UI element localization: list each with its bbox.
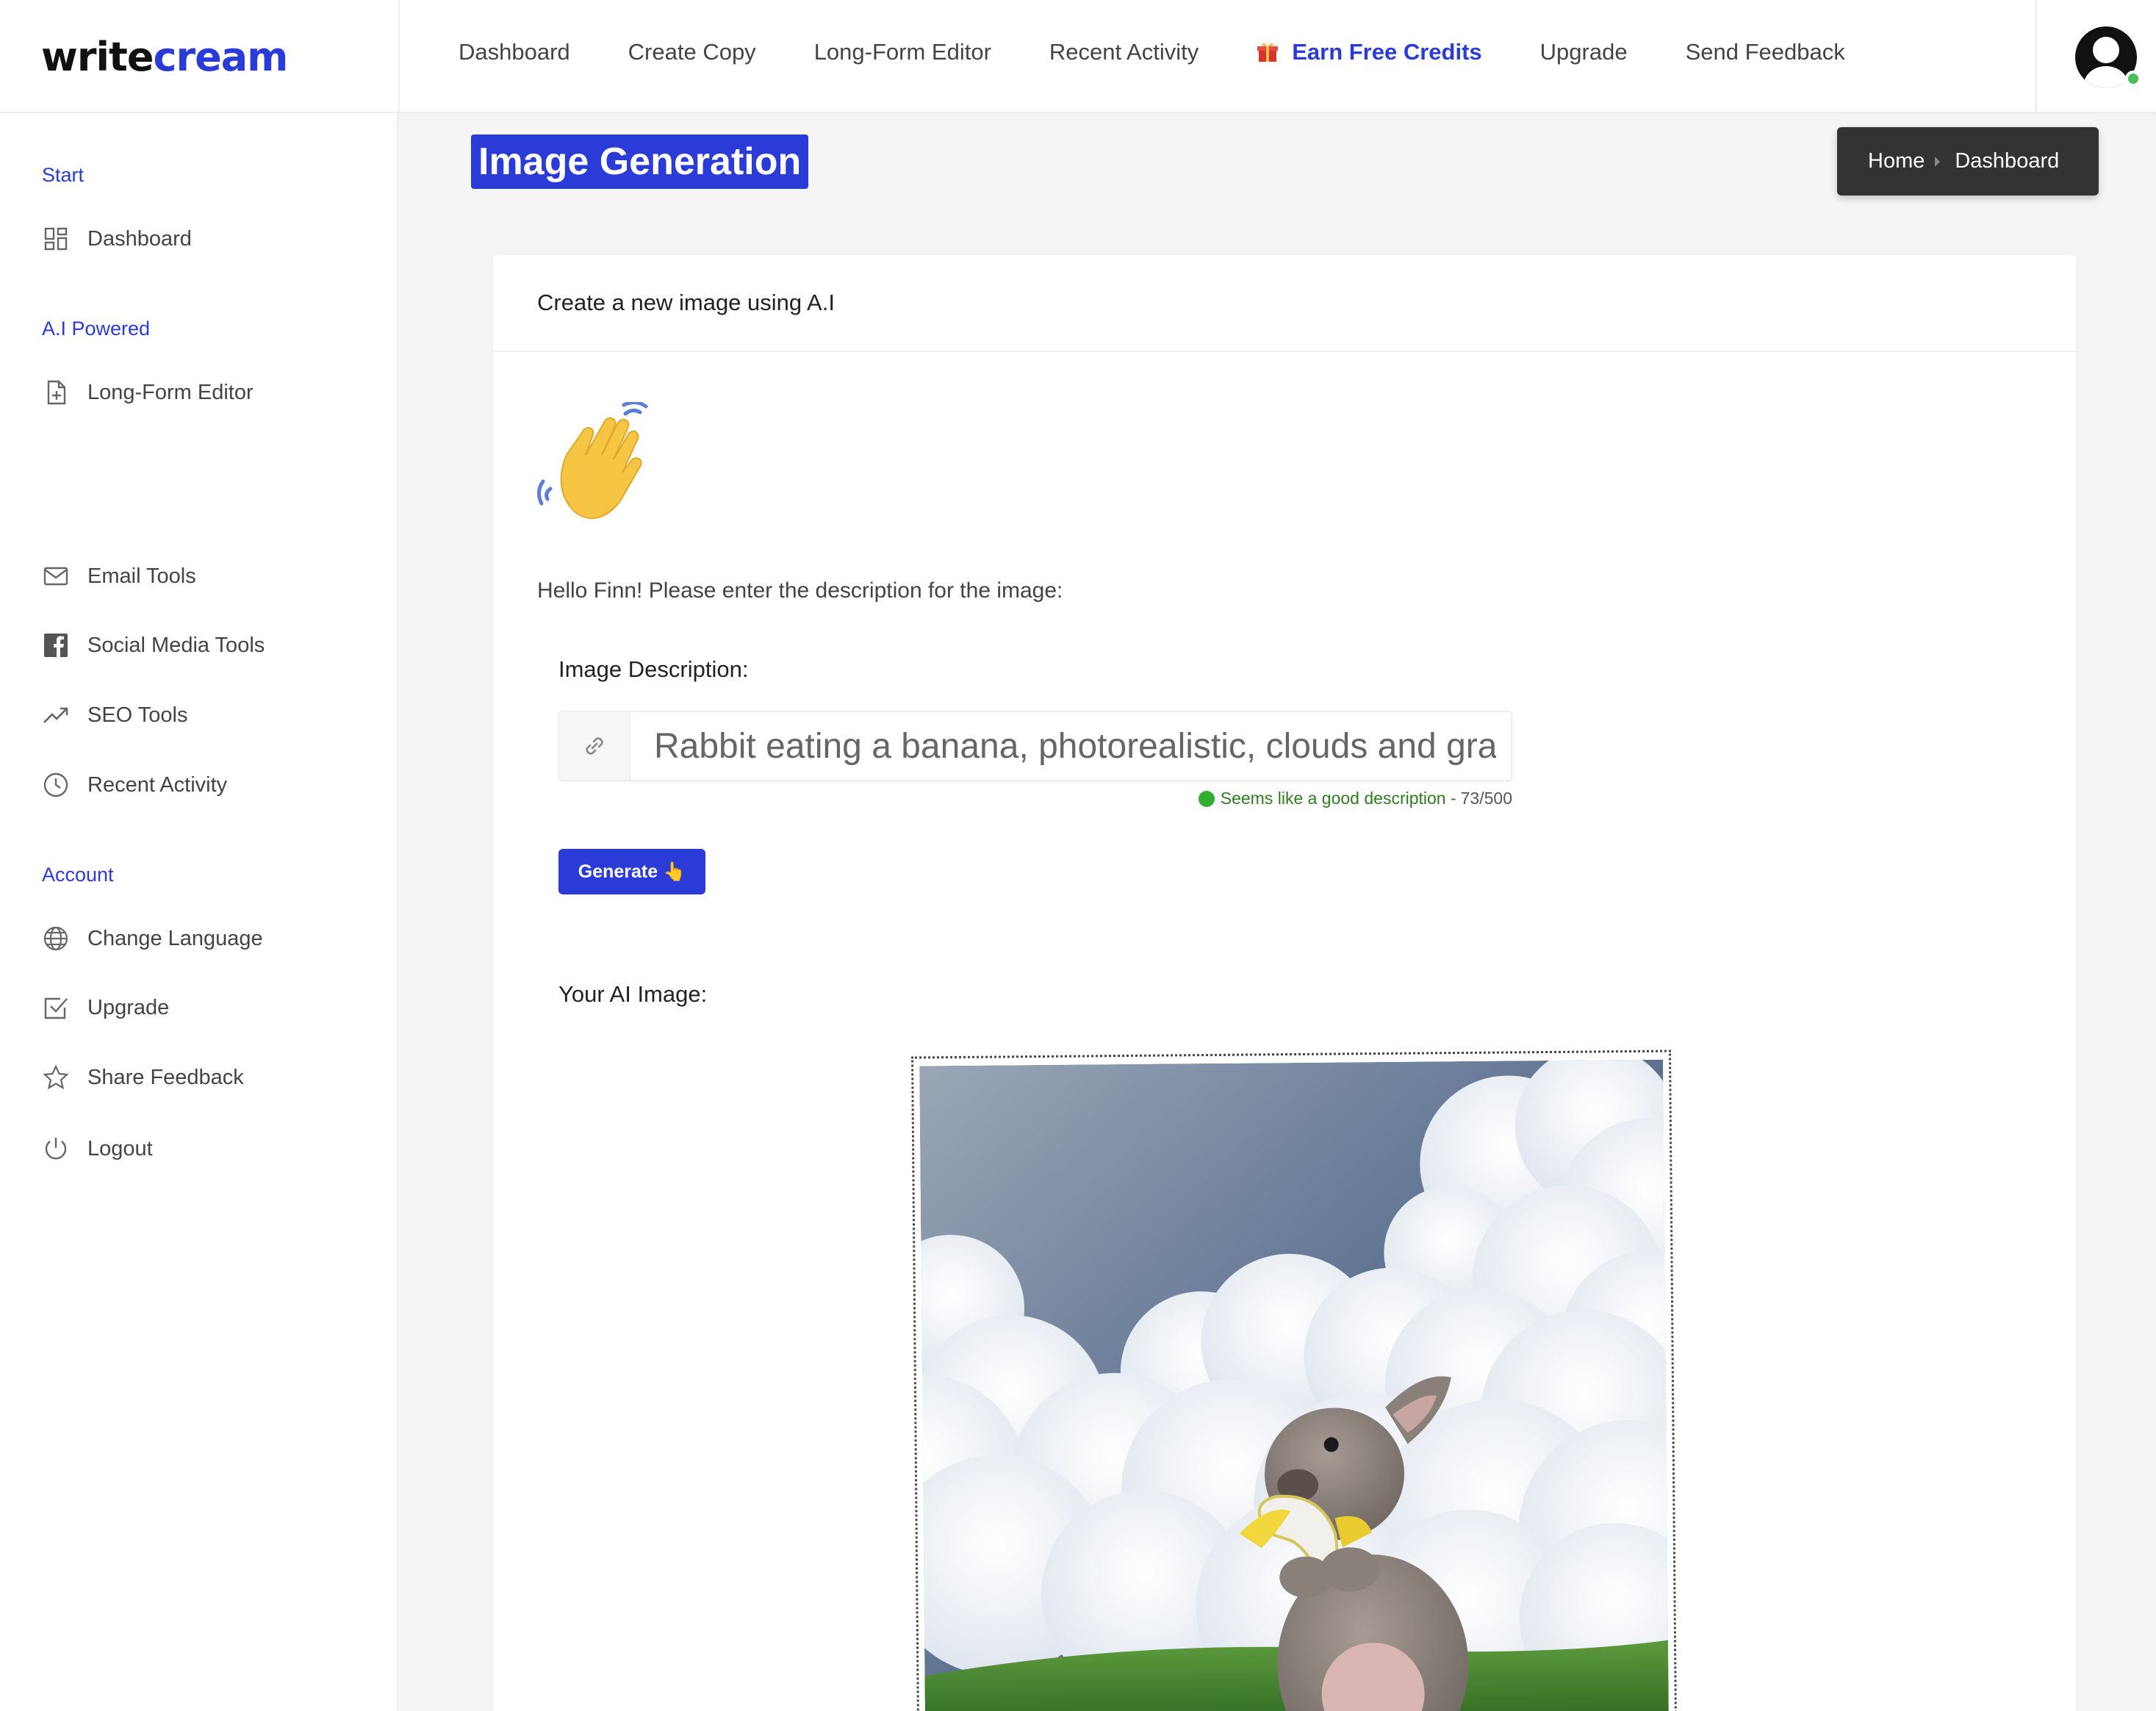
breadcrumb-home[interactable]: Home xyxy=(1868,149,1925,173)
generate-button[interactable]: Generate 👆 xyxy=(558,849,705,894)
sidebar-section-start: Start xyxy=(42,164,85,186)
nav-upgrade[interactable]: Upgrade xyxy=(1540,39,1628,65)
sidebar: Start Dashboard A.I Powered Long-Form Ed… xyxy=(0,113,398,1711)
sidebar-item-logout[interactable]: Logout xyxy=(42,1130,153,1167)
nav-earn-free-credits[interactable]: Earn Free Credits xyxy=(1257,39,1482,65)
top-navbar: writecream Dashboard Create Copy Long-Fo… xyxy=(0,0,2156,113)
nav-recent-activity[interactable]: Recent Activity xyxy=(1049,39,1199,65)
image-description-input[interactable] xyxy=(630,712,1511,780)
sidebar-item-recent-activity[interactable]: Recent Activity xyxy=(42,767,227,803)
dashboard-grid-icon xyxy=(42,225,70,253)
globe-icon xyxy=(42,925,70,953)
file-plus-icon xyxy=(42,379,70,406)
user-menu[interactable] xyxy=(2035,0,2156,113)
sidebar-item-dashboard[interactable]: Dashboard xyxy=(42,220,192,257)
sidebar-item-share-feedback[interactable]: Share Feedback xyxy=(42,1059,244,1096)
online-status-dot xyxy=(2125,71,2141,87)
breadcrumb-current: Dashboard xyxy=(1955,149,2060,173)
sidebar-item-email-tools[interactable]: Email Tools xyxy=(42,558,196,595)
waving-hand-icon xyxy=(537,401,684,534)
image-description-label: Image Description: xyxy=(558,656,749,682)
page-title: Image Generation xyxy=(471,134,809,189)
sidebar-item-seo-tools[interactable]: SEO Tools xyxy=(42,697,187,733)
sidebar-item-upgrade[interactable]: Upgrade xyxy=(42,989,169,1026)
nav-dashboard[interactable]: Dashboard xyxy=(459,39,570,65)
nav-send-feedback[interactable]: Send Feedback xyxy=(1686,39,1845,65)
sidebar-item-long-form-editor[interactable]: Long-Form Editor xyxy=(42,374,254,411)
image-description-input-group xyxy=(558,711,1512,781)
facebook-icon xyxy=(42,631,70,659)
mail-icon xyxy=(42,562,70,590)
sidebar-section-ai-powered: A.I Powered xyxy=(42,318,151,340)
sidebar-item-social-media-tools[interactable]: Social Media Tools xyxy=(42,627,265,664)
sidebar-section-account: Account xyxy=(42,864,114,886)
earn-credits-label: Earn Free Credits xyxy=(1292,39,1482,65)
breadcrumb: Home Dashboard xyxy=(1837,127,2099,196)
nav-create-copy[interactable]: Create Copy xyxy=(628,39,756,65)
power-icon xyxy=(42,1135,70,1163)
star-icon xyxy=(42,1063,70,1091)
description-quality-hint: Seems like a good description - 73/500 xyxy=(1182,789,1512,808)
checkbox-icon xyxy=(42,994,70,1022)
character-count: 73/500 xyxy=(1460,789,1512,808)
top-nav-menu: Dashboard Create Copy Long-Form Editor R… xyxy=(459,0,1903,104)
ai-image-frame xyxy=(911,1050,1677,1711)
nav-long-form-editor[interactable]: Long-Form Editor xyxy=(814,39,991,65)
ai-image-label: Your AI Image: xyxy=(558,981,708,1007)
trending-up-icon xyxy=(42,701,70,729)
greeting-text: Hello Finn! Please enter the description… xyxy=(537,578,1063,603)
breadcrumb-separator-icon xyxy=(1935,156,1941,167)
writecream-logo[interactable]: writecream xyxy=(41,34,288,80)
image-generation-card: Create a new image using A.I Hello Finn!… xyxy=(493,255,2076,1711)
gift-icon xyxy=(1257,41,1279,63)
generated-image[interactable] xyxy=(919,1059,1669,1711)
green-circle-icon xyxy=(1198,790,1215,807)
link-icon[interactable] xyxy=(560,712,630,780)
logo-area: writecream xyxy=(0,0,400,113)
clock-icon xyxy=(42,771,70,799)
card-header: Create a new image using A.I xyxy=(493,255,2076,352)
sidebar-item-change-language[interactable]: Change Language xyxy=(42,920,263,957)
